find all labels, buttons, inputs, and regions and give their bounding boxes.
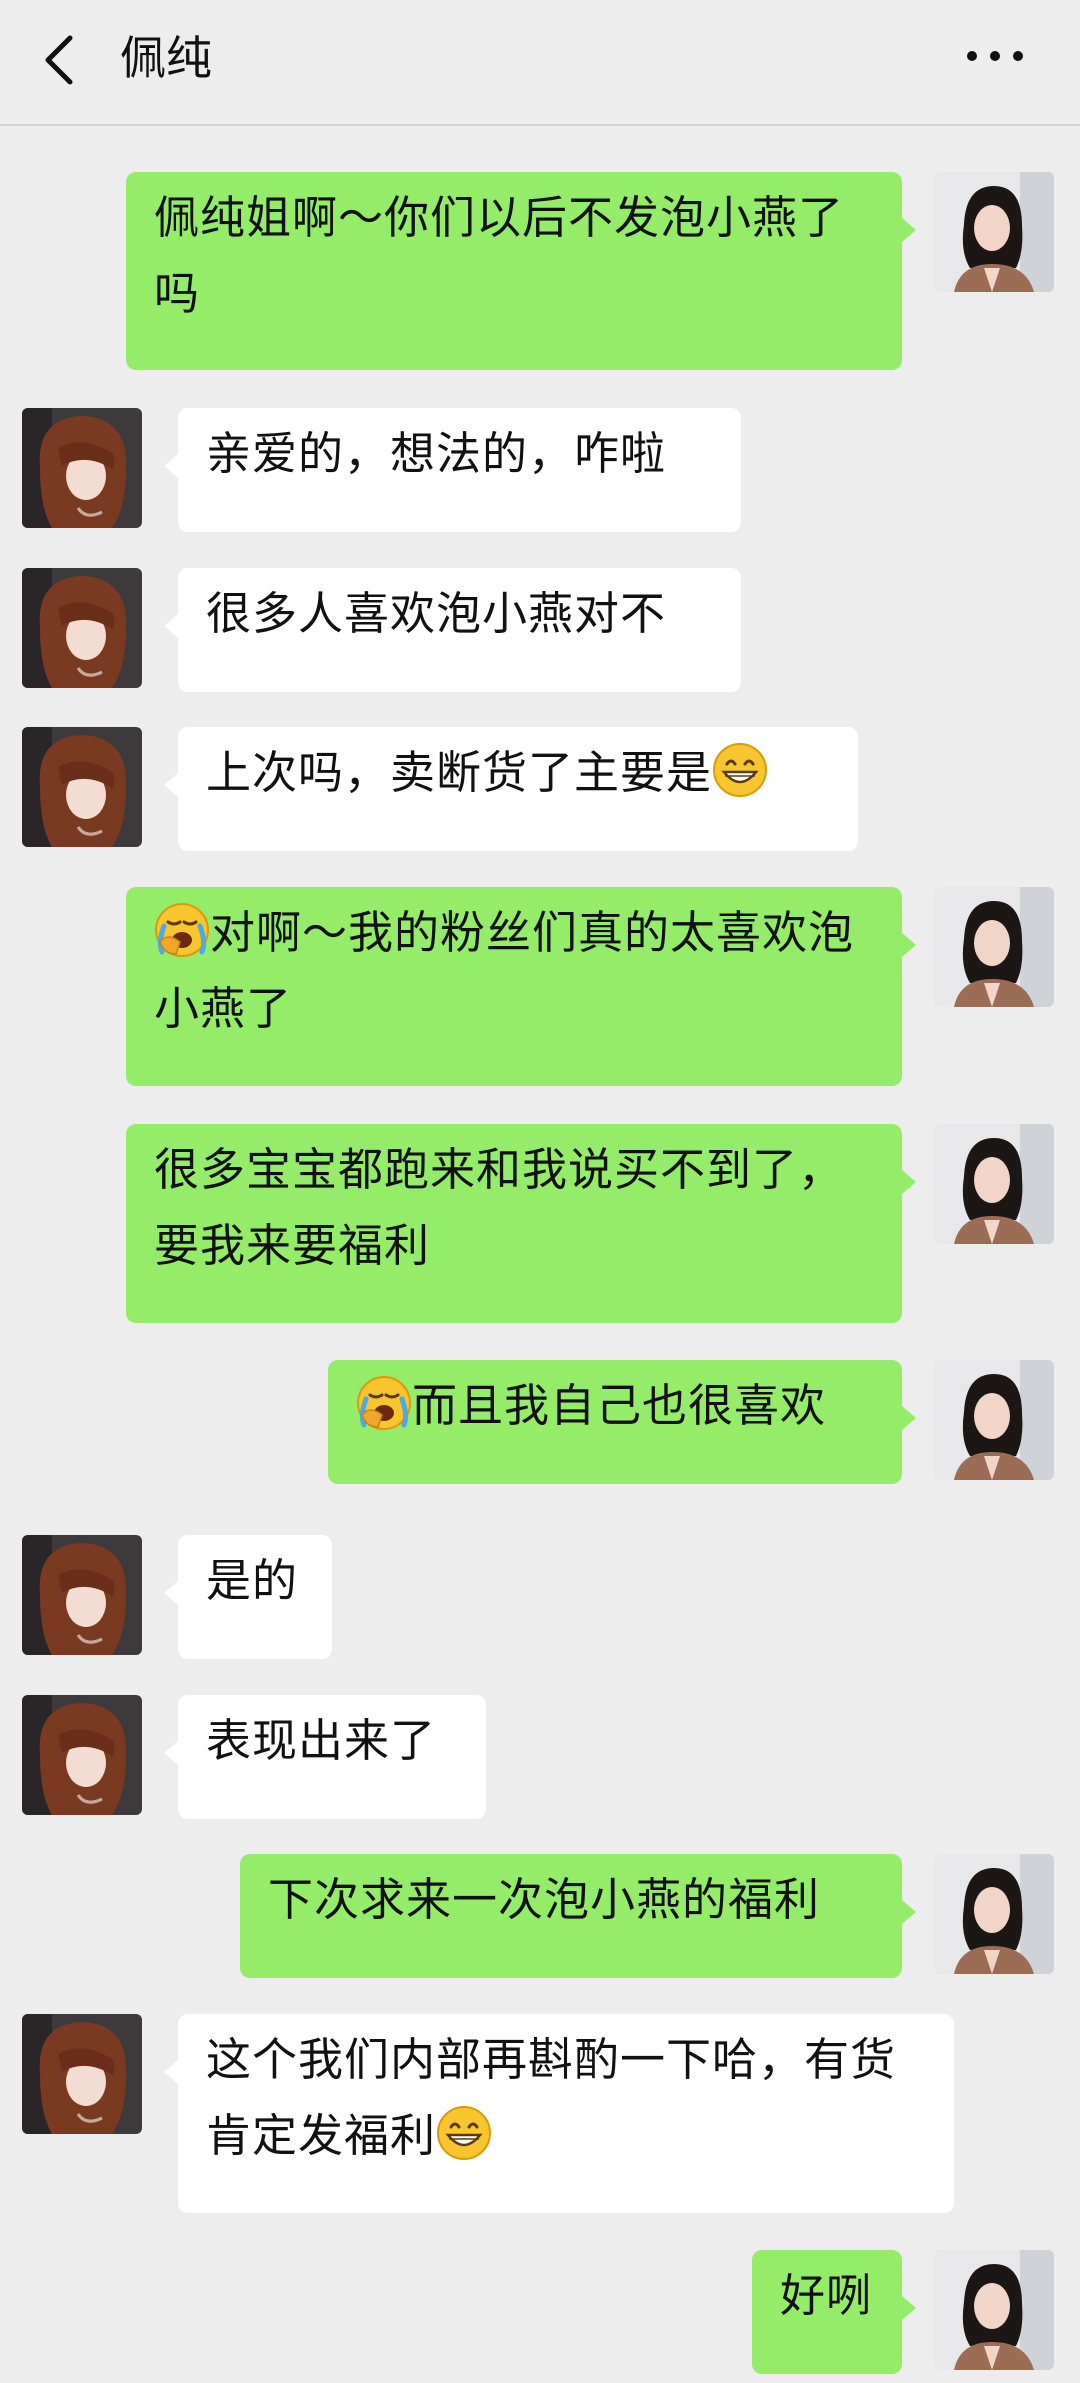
avatar-self[interactable] <box>934 172 1054 292</box>
message-text: 是的 <box>206 1554 299 1607</box>
message-bubble[interactable]: 很多宝宝都跑来和我说买不到了，要我来要福利 <box>126 1124 916 1323</box>
avatar-self[interactable] <box>934 2250 1054 2370</box>
avatar-self[interactable] <box>934 1360 1054 1480</box>
message-bubble[interactable]: 好咧 <box>752 2250 916 2374</box>
message-text: 亲爱的，想法的，咋啦 <box>206 427 667 480</box>
more-dots-icon[interactable] <box>960 30 1030 80</box>
avatar-contact[interactable] <box>22 727 142 847</box>
avatar-self[interactable] <box>934 887 1054 1007</box>
grinning-face-icon <box>712 742 768 798</box>
chat-title: 佩纯 <box>120 31 212 85</box>
message-text: 佩纯姐啊～你们以后不发泡小燕了吗 <box>154 191 845 320</box>
message-bubble[interactable]: 这个我们内部再斟酌一下哈，有货肯定发福利 <box>164 2014 954 2213</box>
face-palm-crying-icon <box>356 1375 412 1431</box>
face-palm-crying-icon <box>154 902 210 958</box>
chevron-left-icon[interactable] <box>38 30 78 90</box>
top-bar: 佩纯 <box>0 0 1080 126</box>
message-text: 上次吗，卖断货了主要是 <box>206 746 713 799</box>
avatar-contact[interactable] <box>22 1695 142 1815</box>
message-bubble[interactable]: 下次求来一次泡小燕的福利 <box>240 1854 916 1978</box>
message-bubble[interactable]: 上次吗，卖断货了主要是 <box>164 727 858 851</box>
message-bubble[interactable]: 是的 <box>164 1535 332 1659</box>
message-text: 下次求来一次泡小燕的福利 <box>268 1873 821 1926</box>
message-text: 而且我自己也很喜欢 <box>412 1379 827 1432</box>
message-bubble[interactable]: 佩纯姐啊～你们以后不发泡小燕了吗 <box>126 172 916 370</box>
grinning-face-icon <box>436 2105 492 2161</box>
message-bubble[interactable]: 亲爱的，想法的，咋啦 <box>164 408 741 532</box>
message-text: 表现出来了 <box>206 1714 437 1767</box>
avatar-contact[interactable] <box>22 1535 142 1655</box>
avatar-contact[interactable] <box>22 408 142 528</box>
avatar-contact[interactable] <box>22 2014 142 2134</box>
message-bubble[interactable]: 对啊～我的粉丝们真的太喜欢泡小燕了 <box>126 887 916 1086</box>
avatar-self[interactable] <box>934 1124 1054 1244</box>
message-text: 这个我们内部再斟酌一下哈，有货肯定发福利 <box>206 2033 897 2162</box>
message-text: 很多人喜欢泡小燕对不 <box>206 587 667 640</box>
avatar-self[interactable] <box>934 1854 1054 1974</box>
message-text: 对啊～我的粉丝们真的太喜欢泡小燕了 <box>154 906 855 1035</box>
message-bubble[interactable]: 而且我自己也很喜欢 <box>328 1360 916 1484</box>
chat-screen: 佩纯 佩纯姐啊～你们以后不发泡小燕了吗 亲爱的，想法的，咋啦 很多人喜欢泡小燕对… <box>0 0 1080 2383</box>
message-text: 好咧 <box>780 2269 873 2322</box>
message-text: 很多宝宝都跑来和我说买不到了，要我来要福利 <box>154 1143 845 1272</box>
message-bubble[interactable]: 很多人喜欢泡小燕对不 <box>164 568 741 692</box>
avatar-contact[interactable] <box>22 568 142 688</box>
message-bubble[interactable]: 表现出来了 <box>164 1695 486 1819</box>
